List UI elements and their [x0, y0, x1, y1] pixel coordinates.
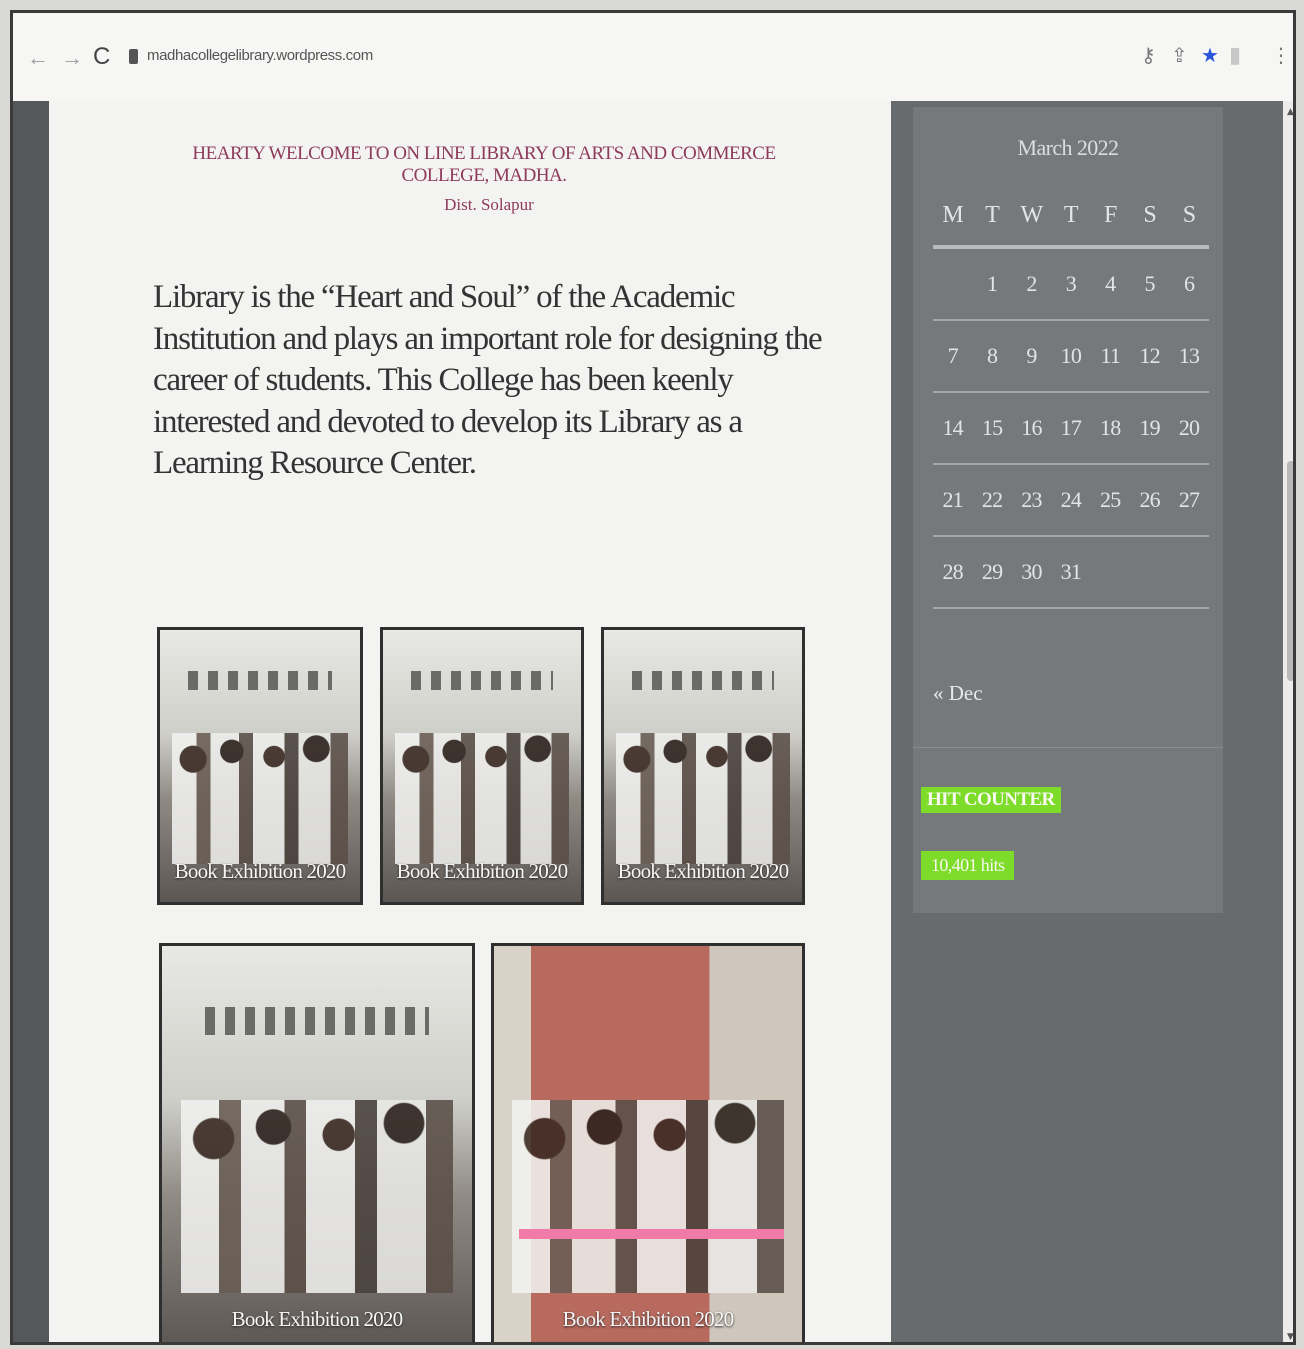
forward-arrow-icon[interactable]: →: [61, 45, 83, 71]
calendar-day: 9: [1026, 343, 1037, 368]
calendar-weekday-row: M T W T F S S: [933, 185, 1209, 249]
welcome-title: HEARTY WELCOME To ON LINE LIBRARY of ART…: [192, 143, 776, 186]
weekday-label: S: [1143, 201, 1156, 228]
photo-caption: Book Exhibition 2020: [617, 859, 789, 883]
back-arrow-icon[interactable]: ←: [27, 45, 49, 71]
main-content: HEARTY WELCOME To ON LINE LIBRARY of ART…: [49, 101, 891, 1342]
scroll-up-icon[interactable]: ▲: [1287, 107, 1293, 117]
calendar-day: 11: [1100, 343, 1121, 368]
calendar-day: 8: [986, 343, 998, 368]
calendar-day: 23: [1021, 487, 1042, 512]
scrollbar-thumb[interactable]: [1287, 461, 1293, 681]
calendar-day: 12: [1139, 343, 1160, 368]
photo-caption: Book Exhibition 2020: [174, 859, 346, 883]
page-scrollbar[interactable]: ▲ ▼: [1283, 101, 1293, 1342]
hit-counter-value: 10,401 hits: [921, 851, 1015, 880]
weekday-label: S: [1182, 201, 1196, 228]
calendar-day: 1: [986, 271, 998, 296]
calendar-day: 4: [1105, 271, 1116, 296]
monitor-screen: ← → C madhacollegelibrary.wordpress.com …: [10, 10, 1296, 1345]
calendar-day: 31: [1060, 559, 1082, 584]
calendar-day: 6: [1183, 271, 1195, 296]
calendar-day: 29: [981, 559, 1003, 584]
calendar-day: 17: [1060, 415, 1082, 440]
calendar-day: 19: [1139, 415, 1160, 440]
menu-icon[interactable]: ⋮: [1271, 43, 1291, 67]
web-page: HEARTY WELCOME To ON LINE LIBRARY of ART…: [13, 101, 1293, 1342]
calendar-caption: March 2022: [1017, 135, 1120, 160]
hit-counter-title: HIT COUNTER: [921, 787, 1061, 813]
photo-caption: Book Exhibition 2020: [396, 859, 568, 883]
browser-toolbar: ← → C madhacollegelibrary.wordpress.com …: [13, 13, 1293, 101]
calendar-day: 24: [1060, 487, 1082, 512]
calendar-day: 7: [947, 343, 959, 368]
calendar-day: 30: [1021, 559, 1042, 584]
calendar-day: 21: [942, 487, 963, 512]
gallery-photo-5[interactable]: Book Exhibition 2020: [491, 943, 805, 1342]
address-bar[interactable]: madhacollegelibrary.wordpress.com: [147, 47, 373, 64]
calendar-day: 15: [981, 415, 1003, 440]
calendar-day: 3: [1065, 271, 1077, 296]
weekday-label: T: [1063, 201, 1079, 228]
welcome-subtitle: Dist. Solapur: [444, 195, 534, 214]
calendar-day: 25: [1100, 487, 1121, 512]
share-icon[interactable]: ⇪: [1171, 43, 1188, 67]
calendar-week-row: 14 15 16 17 18 19 20: [933, 393, 1209, 465]
calendar-prev-month-link[interactable]: « Dec: [933, 681, 983, 706]
calendar-day: 10: [1060, 343, 1082, 368]
extension-icon[interactable]: ▮: [1229, 43, 1241, 68]
weekday-label: F: [1103, 201, 1117, 228]
calendar-day: 26: [1139, 487, 1160, 512]
calendar-week-row: 21 22 23 24 25 26 27: [933, 465, 1209, 537]
gallery-photo-3[interactable]: Book Exhibition 2020: [601, 627, 805, 905]
weekday-label: W: [1020, 201, 1044, 228]
photo-caption: Book Exhibition 2020: [562, 1307, 734, 1331]
calendar-widget: March 2022 M T W T F S S 1 2 3 4 5 6 7 8…: [913, 107, 1223, 913]
calendar-day: 18: [1100, 415, 1121, 440]
weekday-label: M: [942, 201, 963, 228]
calendar-day: 16: [1021, 415, 1042, 440]
left-gutter: [13, 101, 49, 1342]
calendar-week-row: 28 29 30 31: [933, 537, 1209, 609]
calendar-week-row: 7 8 9 10 11 12 13: [933, 321, 1209, 393]
calendar-day: 28: [942, 559, 963, 584]
key-icon[interactable]: ⚷: [1141, 43, 1156, 67]
calendar-day: 20: [1178, 415, 1200, 440]
photo-caption: Book Exhibition 2020: [231, 1307, 403, 1331]
intro-paragraph: Library is the “Heart and Soul” of the A…: [153, 279, 823, 482]
star-icon[interactable]: ★: [1201, 43, 1219, 67]
widget-divider: [913, 747, 1223, 748]
calendar-grid: M T W T F S S 1 2 3 4 5 6 7 8 9 10 11 12…: [933, 185, 1209, 609]
calendar-day: 14: [942, 415, 963, 440]
gallery-photo-4[interactable]: Book Exhibition 2020: [159, 943, 475, 1342]
calendar-day: 2: [1026, 271, 1037, 296]
calendar-day: 5: [1144, 271, 1156, 296]
calendar-week-row: 1 2 3 4 5 6: [933, 249, 1209, 321]
reload-icon[interactable]: C: [93, 43, 110, 71]
calendar-day: 13: [1178, 343, 1200, 368]
lock-icon[interactable]: [129, 49, 138, 64]
calendar-day: 27: [1178, 487, 1200, 512]
calendar-day: 22: [981, 487, 1003, 512]
weekday-label: T: [985, 201, 1000, 228]
gallery-photo-2[interactable]: Book Exhibition 2020: [380, 627, 584, 905]
scroll-down-icon[interactable]: ▼: [1287, 1332, 1293, 1342]
gallery-photo-1[interactable]: Book Exhibition 2020: [157, 627, 363, 905]
